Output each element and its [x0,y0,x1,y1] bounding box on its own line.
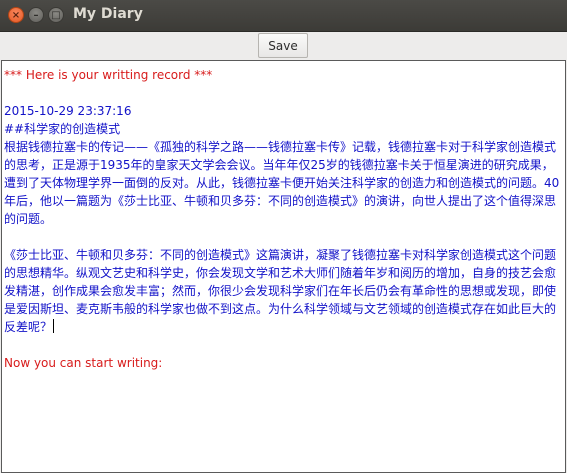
toolbar: Save [0,32,567,60]
writing-prompt: Now you can start writing: [4,356,163,370]
entry-paragraph-2: 《莎士比亚、牛顿和贝多芬：不同的创造模式》这篇演讲，凝聚了钱德拉塞卡对科学家创造… [4,246,562,336]
minimize-icon[interactable]: – [28,7,44,23]
save-button[interactable]: Save [258,33,308,58]
close-icon[interactable]: × [8,7,24,23]
diary-window: × – □ My Diary Save *** Here is your wri… [0,0,567,473]
text-cursor [53,319,55,333]
window-title: My Diary [73,6,143,22]
entry-paragraph-2-text: 《莎士比亚、牛顿和贝多芬：不同的创造模式》这篇演讲，凝聚了钱德拉塞卡对科学家创造… [4,248,557,334]
maximize-icon[interactable]: □ [48,7,64,23]
title-bar[interactable]: × – □ My Diary [0,0,567,32]
diary-text-area[interactable]: *** Here is your writting record *** 201… [1,60,566,473]
record-header: *** Here is your writting record *** [4,68,213,82]
entry-timestamp: 2015-10-29 23:37:16 [4,104,132,118]
entry-paragraph-1: 根据钱德拉塞卡的传记——《孤独的科学之路——钱德拉塞卡传》记载，钱德拉塞卡对于科… [4,140,560,226]
entry-title: ##科学家的创造模式 [4,122,121,136]
